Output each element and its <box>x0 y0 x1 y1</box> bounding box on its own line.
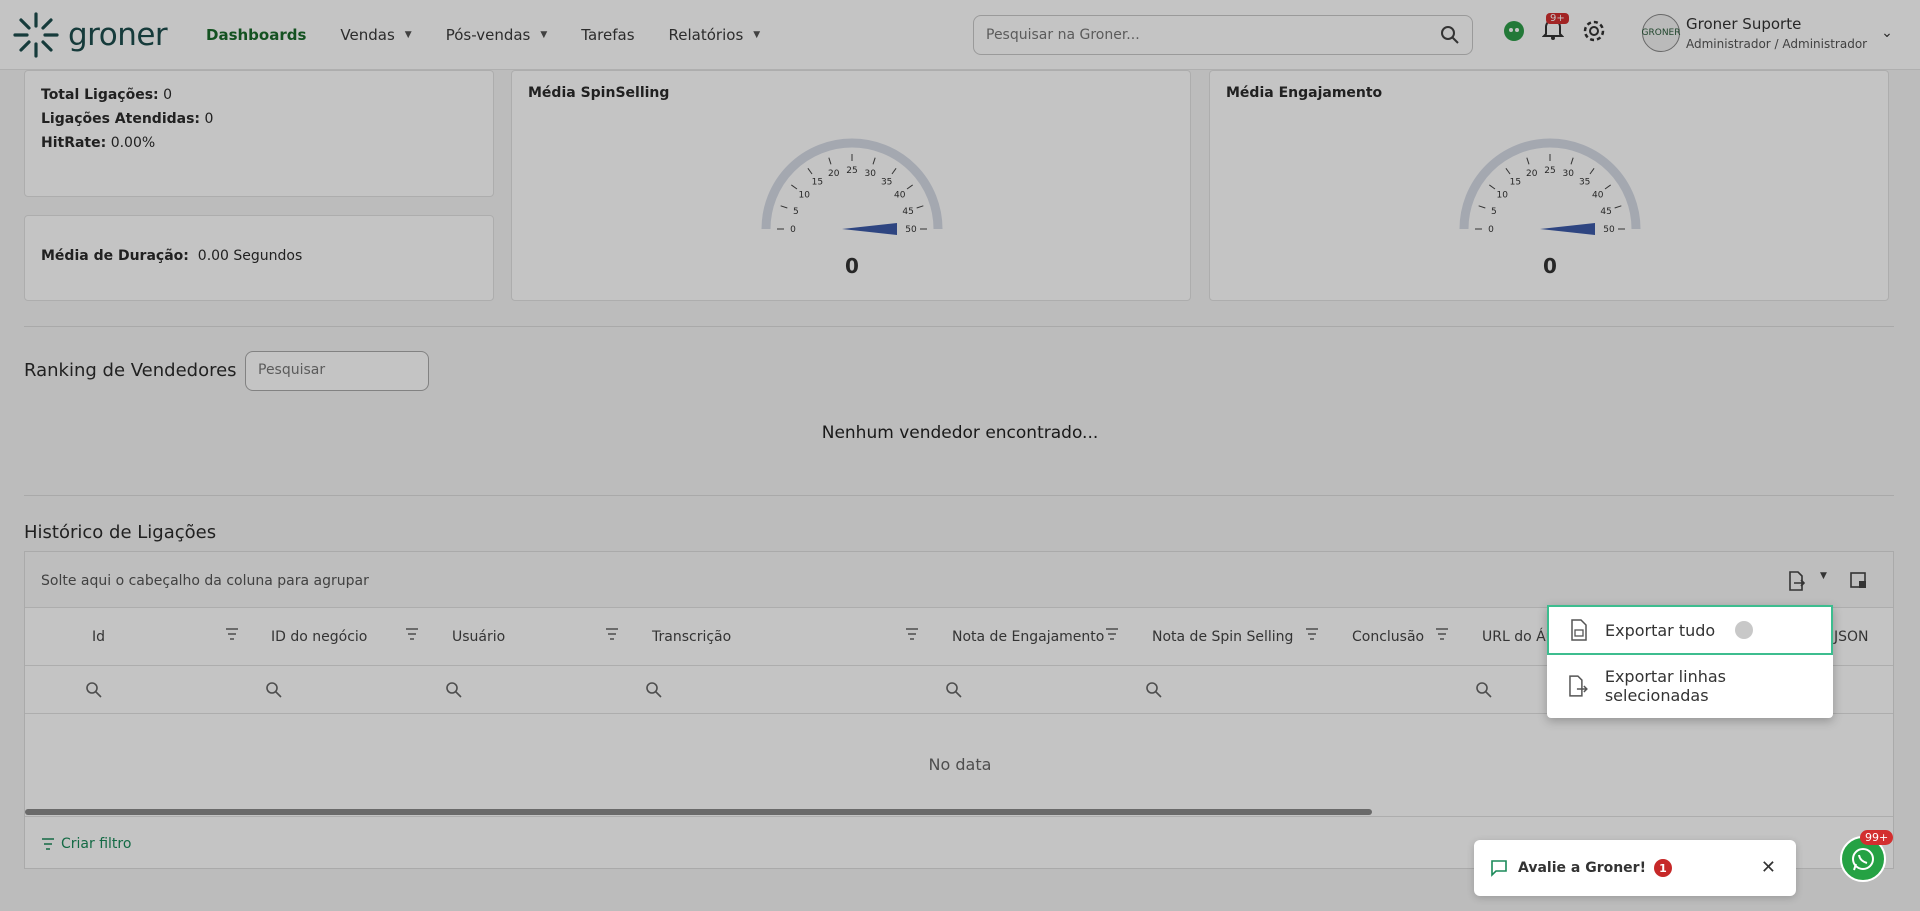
cursor-indicator <box>1735 621 1754 639</box>
close-icon[interactable]: ✕ <box>1761 857 1776 878</box>
export-all-item[interactable]: Exportar tudo <box>1547 605 1833 655</box>
toast-text: Avalie a Groner! <box>1518 860 1646 876</box>
export-all-label: Exportar tudo <box>1605 620 1716 640</box>
export-selected-label: Exportar linhas selecionadas <box>1604 667 1726 705</box>
rate-groner-toast[interactable]: Avalie a Groner! 1 ✕ <box>1474 840 1796 896</box>
export-selected-item[interactable]: Exportar linhas selecionadas <box>1547 661 1833 711</box>
whatsapp-badge: 99+ <box>1860 830 1894 845</box>
toast-count-badge: 1 <box>1653 859 1672 877</box>
dim-overlay[interactable] <box>0 0 1920 911</box>
export-menu: Exportar tudo Exportar linhas selecionad… <box>1547 605 1833 718</box>
whatsapp-icon <box>1852 848 1874 871</box>
file-export-icon <box>1571 619 1587 641</box>
file-export-rows-icon <box>1569 675 1588 697</box>
comment-icon <box>1491 860 1507 877</box>
